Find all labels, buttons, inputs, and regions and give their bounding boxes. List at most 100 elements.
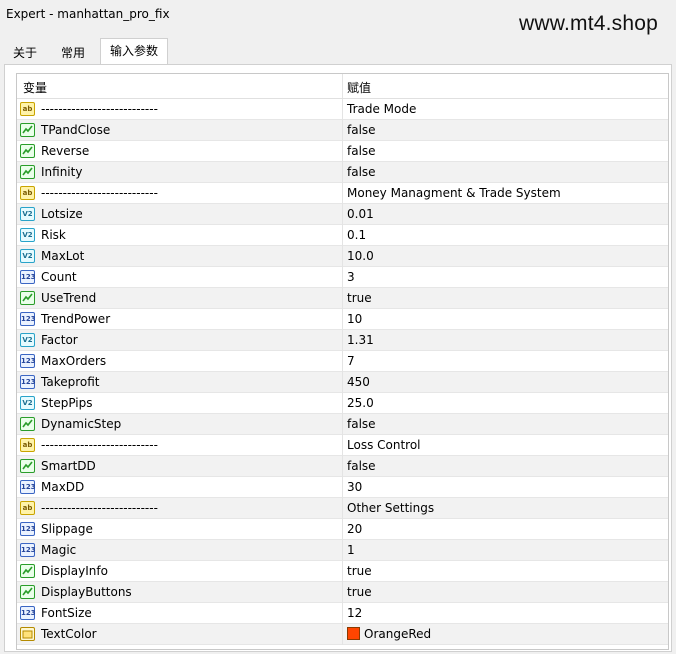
double-type-icon: V2 [20,207,35,221]
color-swatch[interactable] [347,627,360,640]
variable-value[interactable]: 7 [347,354,355,368]
table-row[interactable]: 123 Slippage 20 [17,519,668,540]
table-row[interactable]: DisplayInfo true [17,561,668,582]
watermark-text: www.mt4.shop [519,12,658,35]
column-header-value[interactable]: 赋值 [347,79,371,96]
double-type-icon: V2 [20,228,35,242]
variable-name: Lotsize [41,207,83,221]
variable-value[interactable]: 10.0 [347,249,374,263]
table-row[interactable]: 123 MaxOrders 7 [17,351,668,372]
table-row[interactable]: 123 MaxDD 30 [17,477,668,498]
variable-name: --------------------------- [41,186,158,200]
table-row[interactable]: 123 FontSize 12 [17,603,668,624]
cell-divider [342,309,343,330]
boolean-type-icon [20,291,35,305]
table-row[interactable]: 123 TrendPower 10 [17,309,668,330]
boolean-type-icon [20,564,35,578]
table-row[interactable]: ab --------------------------- Other Setti… [17,498,668,519]
table-row[interactable]: V2 Risk 0.1 [17,225,668,246]
table-row[interactable]: 123 Takeprofit 450 [17,372,668,393]
window-title: Expert - manhattan_pro_fix [6,7,170,21]
double-type-icon: V2 [20,249,35,263]
column-divider[interactable] [342,74,343,98]
table-row[interactable]: ab --------------------------- Money Manag… [17,183,668,204]
table-row[interactable]: Reverse false [17,141,668,162]
variable-value[interactable]: 0.1 [347,228,366,242]
variable-name: TextColor [41,627,97,641]
variable-value[interactable]: 450 [347,375,370,389]
variable-value[interactable]: 1 [347,543,355,557]
variable-value[interactable]: false [347,123,376,137]
variable-name: Reverse [41,144,90,158]
variable-value[interactable]: false [347,144,376,158]
integer-type-icon: 123 [20,480,36,494]
table-row[interactable]: V2 Lotsize 0.01 [17,204,668,225]
table-row[interactable]: 123 Count 3 [17,267,668,288]
string-type-icon: ab [20,102,35,116]
cell-divider [342,141,343,162]
table-row[interactable]: UseTrend true [17,288,668,309]
cell-divider [342,246,343,267]
variable-value[interactable]: false [347,459,376,473]
cell-divider [342,540,343,561]
cell-divider [342,288,343,309]
variable-value[interactable]: false [347,417,376,431]
color-type-icon [20,627,35,641]
variable-value[interactable]: 0.01 [347,207,374,221]
cell-divider [342,435,343,456]
cell-divider [342,267,343,288]
variable-value[interactable]: 30 [347,480,362,494]
table-row[interactable]: TextColor OrangeRed [17,624,668,645]
cell-divider [342,603,343,624]
tab-common[interactable]: 常用 [51,41,95,65]
cell-divider [342,225,343,246]
variable-value[interactable]: 10 [347,312,362,326]
variable-value[interactable]: Money Managment & Trade System [347,186,561,200]
variable-value[interactable]: Loss Control [347,438,421,452]
cell-divider [342,120,343,141]
variable-name: StepPips [41,396,93,410]
table-row[interactable]: ab --------------------------- Trade Mode [17,99,668,120]
variable-value[interactable]: Trade Mode [347,102,416,116]
cell-divider [342,393,343,414]
cell-divider [342,477,343,498]
double-type-icon: V2 [20,333,35,347]
variable-value[interactable]: 20 [347,522,362,536]
variable-name: MaxDD [41,480,85,494]
cell-divider [342,204,343,225]
table-row[interactable]: V2 MaxLot 10.0 [17,246,668,267]
cell-divider [342,498,343,519]
tab-inputs[interactable]: 输入参数 [100,38,169,65]
cell-divider [342,330,343,351]
integer-type-icon: 123 [20,522,36,536]
table-row[interactable]: Infinity false [17,162,668,183]
table-row[interactable]: ab --------------------------- Loss Contro… [17,435,668,456]
variable-value[interactable]: 1.31 [347,333,374,347]
variable-value[interactable]: 3 [347,270,355,284]
integer-type-icon: 123 [20,543,36,557]
table-row[interactable]: SmartDD false [17,456,668,477]
variable-value[interactable]: OrangeRed [347,627,431,641]
cell-divider [342,99,343,120]
variable-value[interactable]: true [347,585,372,599]
variable-name: DisplayInfo [41,564,108,578]
variable-value[interactable]: true [347,564,372,578]
parameters-table: 变量 赋值 ab --------------------------- Trade… [16,73,669,650]
column-header-variable[interactable]: 变量 [23,79,47,96]
table-row[interactable]: V2 Factor 1.31 [17,330,668,351]
table-row[interactable]: 123 Magic 1 [17,540,668,561]
table-row[interactable]: V2 StepPips 25.0 [17,393,668,414]
table-row[interactable]: DisplayButtons true [17,582,668,603]
table-row[interactable]: DynamicStep false [17,414,668,435]
tab-about[interactable]: 关于 [3,41,47,65]
variable-name: TPandClose [41,123,111,137]
variable-value[interactable]: 12 [347,606,362,620]
variable-value[interactable]: 25.0 [347,396,374,410]
variable-value[interactable]: false [347,165,376,179]
variable-value[interactable]: true [347,291,372,305]
table-row[interactable]: TPandClose false [17,120,668,141]
variable-name: FontSize [41,606,92,620]
variable-value[interactable]: Other Settings [347,501,434,515]
title-bar: Expert - manhattan_pro_fix www.mt4.shop [0,0,676,35]
cell-divider [342,414,343,435]
